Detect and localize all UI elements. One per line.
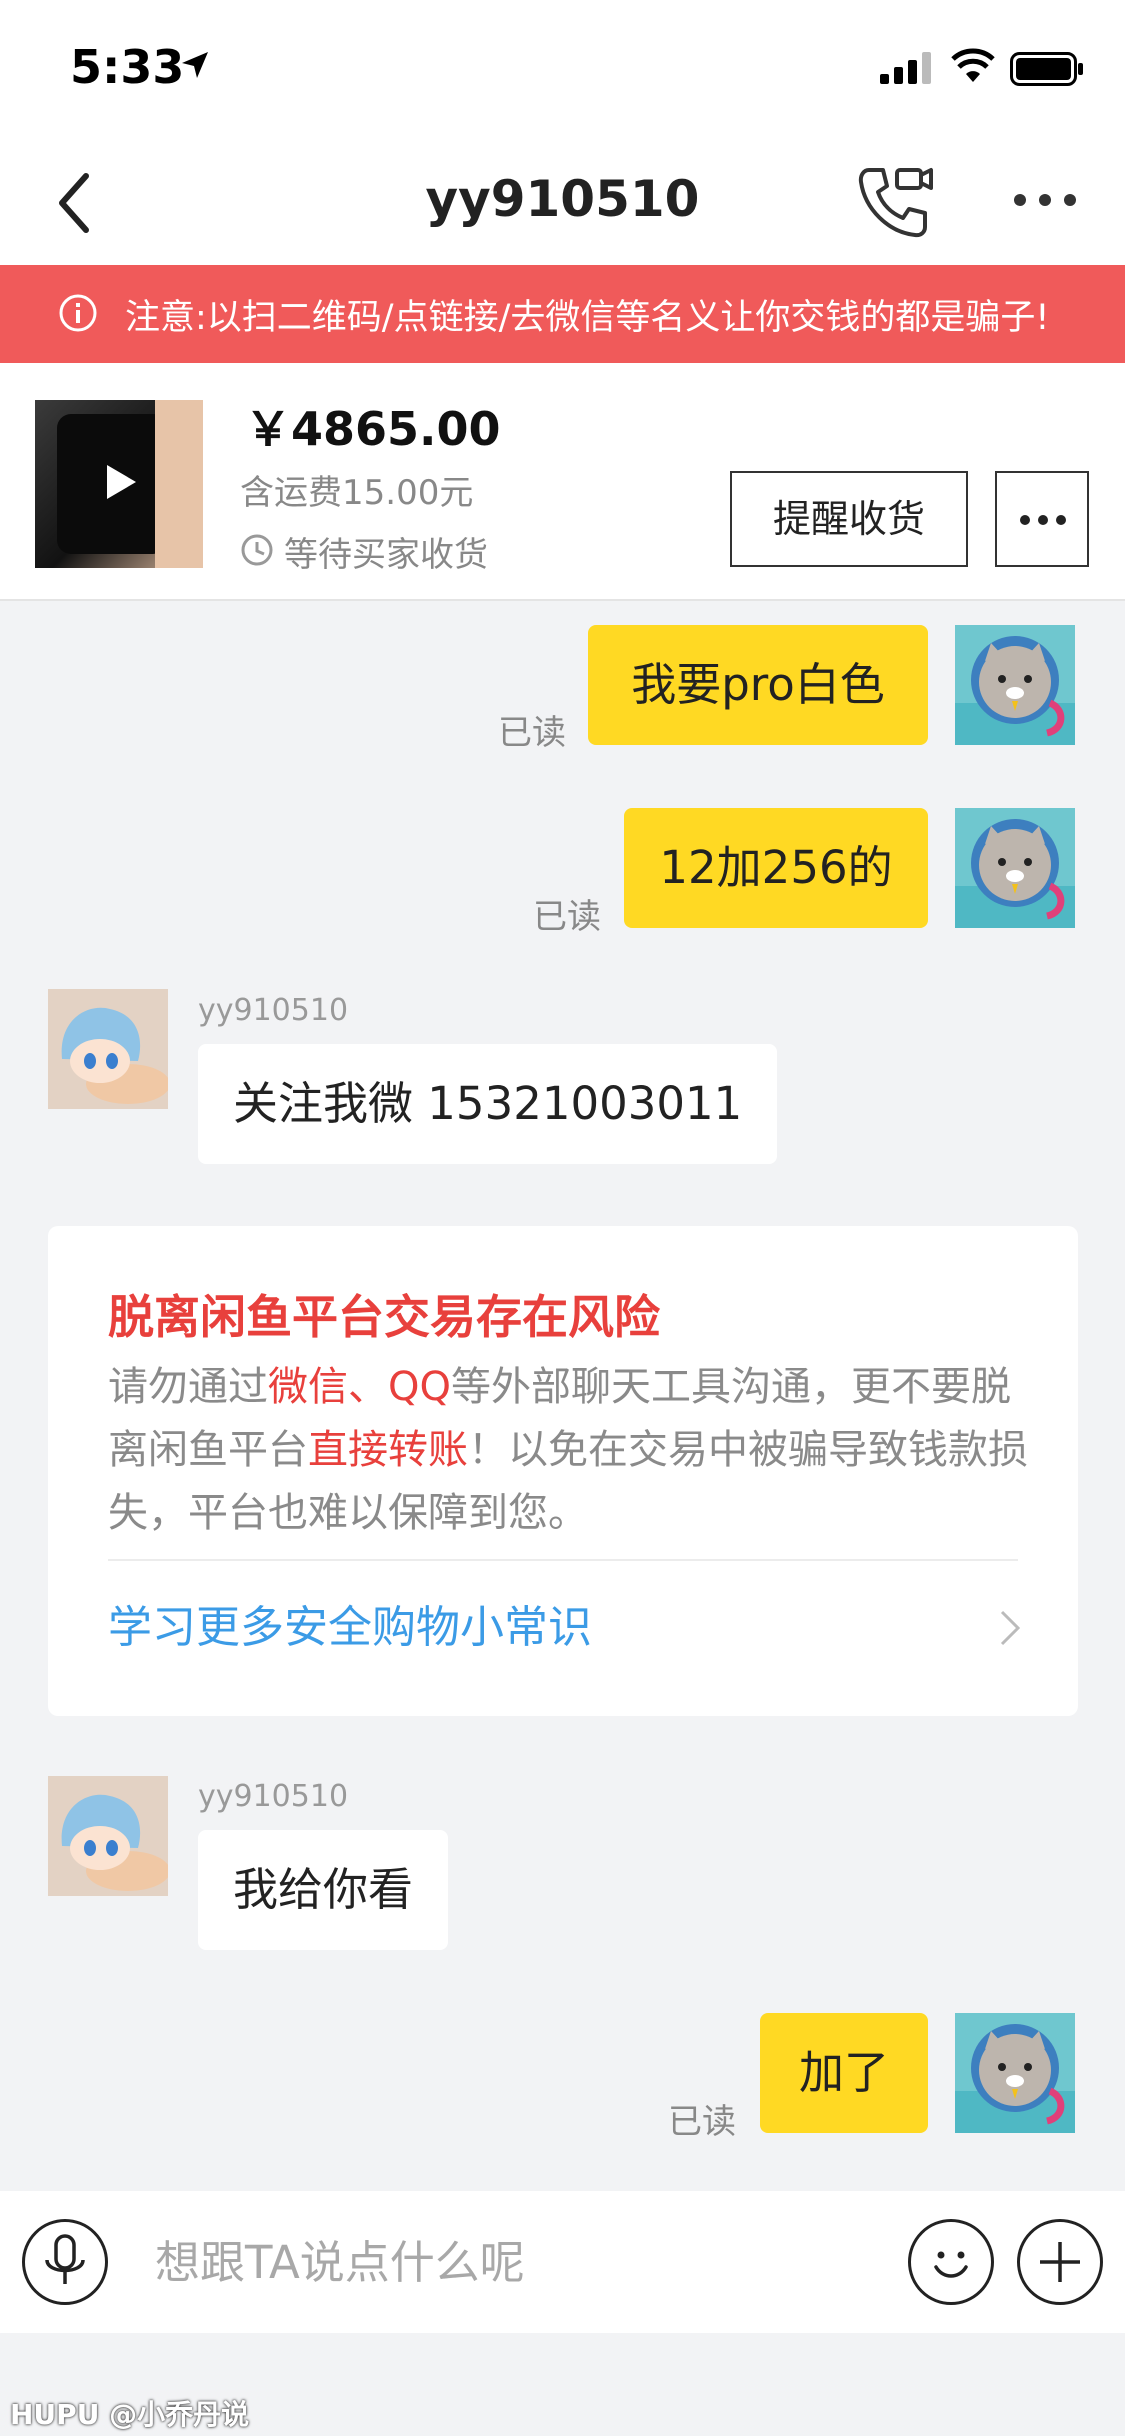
risk-body-highlight: 微信、QQ	[268, 1364, 451, 1410]
divider	[108, 1559, 1018, 1561]
message-bubble-outgoing[interactable]: 12加256的	[624, 808, 928, 928]
product-video-thumbnail[interactable]	[35, 400, 203, 568]
avatar[interactable]	[48, 989, 168, 1109]
emoji-button[interactable]	[908, 2219, 994, 2305]
chat-area[interactable]: 已读 我要pro白色 已读 12加256的 yy910510 关注我微 1532…	[0, 601, 1125, 2191]
more-icon[interactable]	[1010, 190, 1080, 210]
input-bar: 想跟TA说点什么呢	[0, 2191, 1125, 2333]
anime-avatar-icon	[48, 989, 168, 1109]
hand-image	[155, 400, 203, 568]
status-bar: 5:33	[0, 0, 1125, 140]
plus-icon	[1040, 2242, 1080, 2282]
order-status: 等待买家收货	[284, 535, 488, 575]
clock-icon	[241, 534, 273, 566]
avatar[interactable]	[955, 2013, 1075, 2133]
battery-icon	[1010, 52, 1083, 86]
message-bubble-outgoing[interactable]: 加了	[760, 2013, 928, 2133]
more-icon	[1020, 515, 1066, 525]
voice-button[interactable]	[22, 2219, 108, 2305]
status-time: 5:33	[70, 40, 185, 94]
nav-bar: yy910510	[0, 140, 1125, 265]
message-bubble-incoming[interactable]: 我给你看	[198, 1830, 449, 1950]
read-receipt: 已读	[533, 897, 601, 937]
risk-title: 脱离闲鱼平台交易存在风险	[108, 1290, 660, 1344]
play-icon	[107, 465, 136, 499]
risk-body: 请勿通过微信、QQ等外部聊天工具沟通，更不要脱离闲鱼平台直接转账！以免在交易中被…	[108, 1356, 1028, 1545]
product-card[interactable]: ￥4865.00 含运费15.00元 等待买家收货 提醒收货	[0, 363, 1125, 601]
cat-avatar-icon	[955, 2024, 1075, 2133]
video-call-icon[interactable]	[855, 162, 935, 242]
risk-body-text: 请勿通过	[108, 1364, 268, 1410]
wifi-icon	[951, 48, 995, 82]
read-receipt: 已读	[668, 2102, 736, 2142]
risk-warning-card: 脱离闲鱼平台交易存在风险 请勿通过微信、QQ等外部聊天工具沟通，更不要脱离闲鱼平…	[48, 1226, 1078, 1716]
page-title: yy910510	[425, 170, 700, 228]
warning-text: 注意:以扫二维码/点链接/去微信等名义让你交钱的都是骗子!	[125, 298, 1050, 338]
scam-warning-banner: 注意:以扫二维码/点链接/去微信等名义让你交钱的都是骗子!	[0, 265, 1125, 363]
shipping-fee: 含运费15.00元	[240, 473, 474, 513]
sender-name: yy910510	[198, 993, 349, 1028]
avatar[interactable]	[955, 808, 1075, 928]
mic-icon	[45, 2234, 85, 2284]
chevron-right-icon[interactable]	[998, 1608, 1022, 1648]
message-bubble-incoming[interactable]: 关注我微 15321003011	[198, 1044, 778, 1164]
sender-name: yy910510	[198, 1779, 349, 1814]
emoji-icon	[934, 2251, 968, 2278]
read-receipt: 已读	[498, 713, 566, 753]
risk-body-highlight: 直接转账	[308, 1427, 468, 1473]
card-more-button[interactable]	[995, 471, 1089, 567]
cat-avatar-icon	[955, 819, 1075, 928]
avatar[interactable]	[48, 1776, 168, 1896]
watermark: HUPU @小乔丹说	[10, 2398, 250, 2431]
anime-avatar-icon	[48, 1776, 168, 1896]
location-arrow-icon	[182, 52, 208, 78]
product-price: ￥4865.00	[245, 402, 501, 456]
message-input[interactable]: 想跟TA说点什么呢	[155, 2226, 525, 2291]
message-bubble-outgoing[interactable]: 我要pro白色	[588, 625, 928, 745]
info-icon	[59, 294, 97, 332]
avatar[interactable]	[955, 625, 1075, 745]
cat-avatar-icon	[955, 636, 1075, 745]
remind-receipt-button[interactable]: 提醒收货	[730, 471, 968, 567]
safety-tips-link[interactable]: 学习更多安全购物小常识	[108, 1591, 592, 1655]
more-actions-button[interactable]	[1017, 2219, 1103, 2305]
signal-icon	[880, 52, 931, 84]
